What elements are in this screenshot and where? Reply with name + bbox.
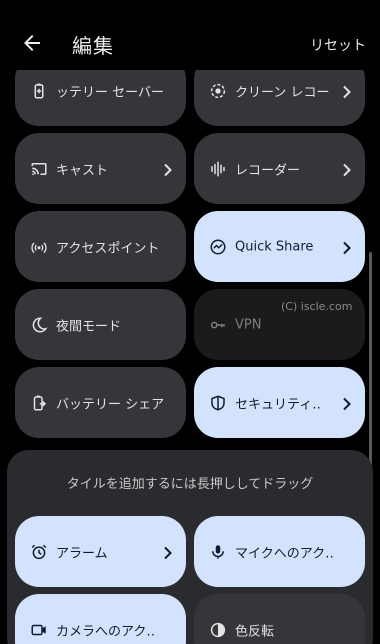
chevron-right-icon [342, 396, 352, 410]
tile-label: Quick Share [235, 239, 314, 254]
shield-icon [209, 394, 227, 412]
tile-hotspot[interactable]: アクセスポイント [15, 211, 186, 282]
back-arrow-icon[interactable] [20, 31, 44, 55]
chevron-right-icon [163, 545, 173, 559]
cast-icon [30, 160, 48, 178]
tile-label: キャスト [56, 163, 109, 178]
moon-icon [30, 316, 48, 334]
tile-battery-share[interactable]: バッテリー シェア [15, 367, 186, 438]
battery-share-icon [30, 394, 48, 412]
tile-label: ッテリー セーバー [56, 85, 165, 100]
tile-moon[interactable]: 夜間モード [15, 289, 186, 360]
mic-icon [209, 543, 227, 561]
top-app-bar: 編集 リセット [0, 0, 380, 70]
page-title: 編集 [72, 34, 114, 58]
tile-recorder[interactable]: レコーダー [194, 133, 365, 204]
chevron-right-icon [342, 84, 352, 98]
tile-mic[interactable]: マイクへのアク‥ [194, 516, 365, 587]
tile-label: マイクへのアク‥ [235, 546, 334, 561]
tile-label: アクセスポイント [56, 241, 160, 256]
recorder-icon [209, 160, 227, 178]
tile-label: 色反転 [235, 624, 275, 639]
chevron-right-icon [342, 240, 352, 254]
invert-colors-icon [209, 621, 227, 639]
screen-record-icon [209, 82, 227, 100]
camera-icon [30, 621, 48, 639]
tile-label: VPN [235, 317, 262, 332]
tile-label: セキュリティ‥ [235, 397, 321, 412]
tile-alarm[interactable]: アラーム [15, 516, 186, 587]
battery-saver-icon [30, 82, 48, 100]
tile-cast[interactable]: キャスト [15, 133, 186, 204]
tile-label: レコーダー [235, 163, 301, 178]
tile-quick-share[interactable]: Quick Share [194, 211, 365, 282]
tile-shield[interactable]: セキュリティ‥ [194, 367, 365, 438]
tile-label: クリーン レコー [235, 85, 330, 100]
tile-camera[interactable]: カメラへのアク‥ [15, 594, 186, 644]
tile-invert-colors[interactable]: 色反転 [194, 594, 365, 644]
chevron-right-icon [163, 162, 173, 176]
quick-share-icon [209, 238, 227, 256]
add-tiles-sheet: タイルを追加するには長押ししてドラッグ アラーム マイクへのアク‥ カメラへのアク‥… [7, 450, 373, 644]
watermark: (C) iscle.com [281, 300, 353, 313]
hotspot-icon [30, 238, 48, 256]
tile-label: バッテリー シェア [56, 397, 165, 412]
reset-button[interactable]: リセット [310, 35, 366, 55]
tile-label: カメラへのアク‥ [56, 624, 156, 639]
tile-label: 夜間モード [56, 319, 122, 334]
chevron-right-icon [342, 162, 352, 176]
vpn-key-icon [209, 316, 227, 334]
tile-label: アラーム [56, 546, 108, 561]
alarm-icon [30, 543, 48, 561]
add-tiles-hint: タイルを追加するには長押ししてドラッグ [66, 477, 314, 492]
scrollbar[interactable] [369, 252, 372, 466]
